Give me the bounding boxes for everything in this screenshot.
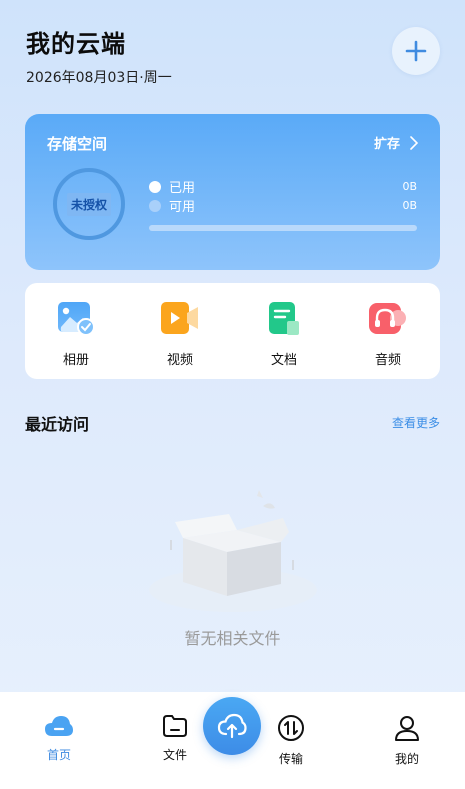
- empty-state-text: 暂无相关文件: [184, 629, 281, 648]
- tab-transfer[interactable]: 传输: [261, 714, 321, 767]
- usage-progress-bar: [149, 225, 417, 231]
- transfer-icon: [278, 715, 304, 741]
- used-label: 已用: [169, 181, 196, 196]
- expand-label: 扩存: [373, 137, 400, 152]
- quick-item-document[interactable]: 文档: [254, 301, 314, 368]
- storage-ring: 未授权: [53, 168, 125, 240]
- header: 我的云端 2026年08月03日·周一: [26, 24, 172, 87]
- tab-files[interactable]: 文件: [145, 714, 205, 763]
- date-label: 2026年08月03日·周一: [26, 70, 172, 86]
- empty-box-illustration: [149, 490, 317, 612]
- document-icon: [269, 302, 299, 335]
- page-title: 我的云端: [26, 30, 126, 58]
- used-dot: [149, 180, 161, 193]
- license-status-badge: 未授权: [66, 192, 111, 216]
- quick-item-label: 视频: [166, 353, 193, 368]
- photo-album-icon: [58, 302, 95, 336]
- available-dot: [149, 199, 161, 212]
- quick-access-panel: 相册 视频 文档 音频: [25, 283, 440, 379]
- recent-section-title: 最近访问: [25, 415, 90, 434]
- add-button[interactable]: [392, 27, 440, 75]
- tab-label: 首页: [46, 748, 71, 762]
- audio-icon: [369, 303, 406, 334]
- storage-card[interactable]: 存储空间 扩存 未授权 已用 0B 可用 0B: [25, 114, 440, 270]
- video-icon: [161, 302, 198, 334]
- upload-button[interactable]: [203, 697, 261, 755]
- quick-item-label: 音频: [374, 353, 401, 368]
- cloud-icon: [45, 716, 73, 736]
- tab-label: 文件: [162, 748, 187, 762]
- quick-item-video[interactable]: 视频: [150, 301, 210, 368]
- view-more-link[interactable]: 查看更多: [392, 414, 440, 431]
- tab-home[interactable]: 首页: [29, 714, 89, 763]
- quick-item-audio[interactable]: 音频: [358, 301, 418, 368]
- available-label: 可用: [169, 200, 196, 215]
- available-value: 0B: [402, 199, 417, 212]
- storage-title: 存储空间: [47, 135, 108, 153]
- quick-item-label: 文档: [270, 353, 297, 368]
- used-row: 已用 0B: [149, 177, 417, 196]
- chevron-right-icon: [410, 135, 418, 150]
- expand-storage-link[interactable]: 扩存: [374, 133, 418, 152]
- used-value: 0B: [402, 180, 417, 193]
- folder-icon: [163, 715, 187, 737]
- tab-profile[interactable]: 我的: [377, 714, 437, 767]
- cloud-upload-icon: [217, 713, 247, 739]
- quick-item-album[interactable]: 相册: [46, 301, 106, 368]
- user-icon: [395, 716, 419, 741]
- quick-item-label: 相册: [62, 353, 89, 368]
- tab-label: 传输: [278, 752, 303, 766]
- plus-icon: [405, 40, 427, 62]
- available-row: 可用 0B: [149, 196, 417, 215]
- tab-label: 我的: [394, 752, 419, 766]
